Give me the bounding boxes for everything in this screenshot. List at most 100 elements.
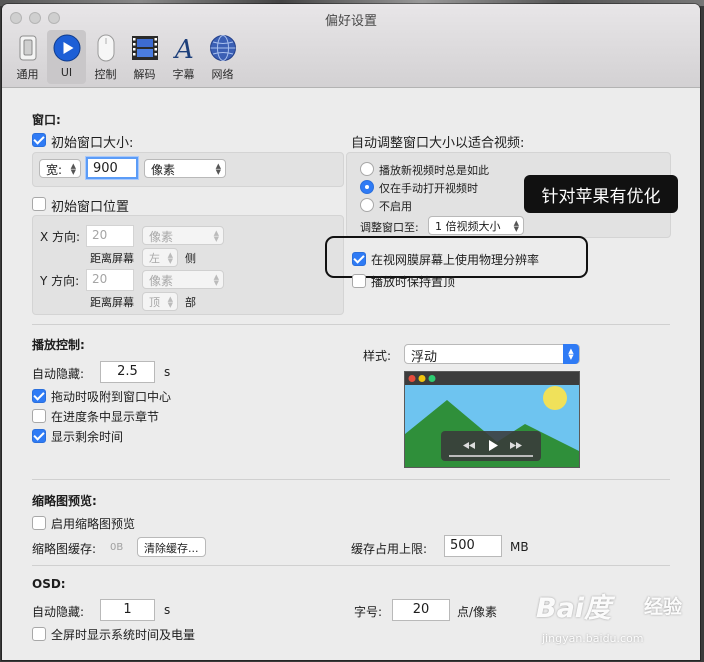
y-side-select[interactable]: 顶 ▲ ▼ — [142, 292, 178, 311]
size-unit-select[interactable]: 像素 ▲ ▼ — [144, 159, 226, 178]
resize-to-select[interactable]: 1 倍视频大小 ▲ ▼ — [428, 216, 524, 235]
y-unit-value: 像素 — [149, 274, 174, 288]
remaining-time-label: 显示剩余时间 — [51, 430, 124, 444]
thumbnail-cache-size: 0B — [110, 542, 124, 553]
tab-decode[interactable]: 解码 — [125, 30, 164, 84]
chevron-updown-icon: ▲ ▼ — [213, 229, 219, 243]
clear-cache-button[interactable]: 清除缓存... — [137, 537, 206, 557]
mouse-icon — [91, 33, 121, 63]
tab-network[interactable]: 网络 — [203, 30, 242, 84]
resize-to-value: 1 倍视频大小 — [435, 220, 501, 233]
osd-autohide-label: 自动隐藏: — [32, 605, 85, 619]
section-divider — [32, 565, 670, 566]
fullscreen-clock-label: 全屏时显示系统时间及电量 — [51, 628, 196, 642]
osd-autohide-input[interactable]: 1 — [100, 599, 155, 621]
annotation-tooltip: 针对苹果有优化 — [524, 175, 678, 213]
snap-to-center-label: 拖动时吸附到窗口中心 — [51, 390, 172, 404]
size-dimension-value: 宽: — [46, 163, 63, 177]
x-side-value: 左 — [149, 252, 160, 265]
playback-autohide-label: 自动隐藏: — [32, 367, 85, 381]
cache-limit-input[interactable]: 500 — [444, 535, 502, 557]
preferences-toolbar: 通用 UI 控制 解码 A 字幕 网络 — [8, 30, 242, 84]
resize-always-radio[interactable] — [360, 162, 374, 176]
resize-never-radio[interactable] — [360, 198, 374, 212]
thumbnail-cache-label: 缩略图缓存: — [32, 542, 97, 556]
tab-label: 解码 — [133, 68, 156, 81]
cache-limit-unit: MB — [510, 540, 529, 554]
resize-never-label: 不启用 — [379, 200, 412, 213]
snap-to-center-checkbox[interactable] — [32, 389, 46, 403]
keep-on-top-checkbox[interactable] — [352, 274, 366, 288]
globe-icon — [208, 33, 238, 63]
auto-resize-heading: 自动调整窗口大小以适合视频: — [351, 136, 525, 151]
thumbnail-enable-label: 启用缩略图预览 — [51, 517, 136, 531]
chevron-updown-icon: ▲ ▼ — [70, 162, 76, 176]
window-section-heading: 窗口: — [32, 113, 61, 127]
watermark-url: jingyan.baidu.com — [542, 632, 644, 645]
osc-style-value: 浮动 — [411, 350, 438, 365]
chevron-updown-icon: ▲ ▼ — [513, 219, 519, 233]
show-chapters-checkbox[interactable] — [32, 409, 46, 423]
chevron-updown-icon: ▲ ▼ — [213, 273, 219, 287]
x-unit-select[interactable]: 像素 ▲ ▼ — [142, 226, 224, 245]
tab-subtitles[interactable]: A 字幕 — [164, 30, 203, 84]
playback-autohide-unit: s — [164, 365, 171, 379]
initial-position-checkbox[interactable] — [32, 197, 46, 211]
initial-size-label: 初始窗口大小: — [51, 136, 134, 151]
preview-illustration — [405, 375, 579, 467]
watermark-logo: Bai度 — [536, 593, 612, 624]
x-unit-value: 像素 — [149, 230, 174, 244]
resize-manual-radio[interactable] — [360, 180, 374, 194]
tab-general[interactable]: 通用 — [8, 30, 47, 84]
watermark-name: 经验 — [644, 596, 683, 618]
thumbnail-enable-checkbox[interactable] — [32, 516, 46, 530]
tab-ui[interactable]: UI — [47, 30, 86, 84]
section-divider — [32, 324, 670, 325]
preferences-pane: 窗口: 初始窗口大小: 宽: ▲ ▼ 900 像素 ▲ ▼ 初始窗口位置 X 方向:… — [2, 89, 700, 660]
x-offset-input[interactable]: 20 — [86, 225, 134, 247]
tab-label: 通用 — [16, 68, 39, 81]
svg-text:A: A — [173, 35, 194, 62]
initial-size-checkbox[interactable] — [32, 133, 46, 147]
y-unit-select[interactable]: 像素 ▲ ▼ — [142, 270, 224, 289]
y-offset-input[interactable]: 20 — [86, 269, 134, 291]
play-icon — [52, 33, 82, 63]
fullscreen-clock-checkbox[interactable] — [32, 627, 46, 641]
osd-heading: OSD: — [32, 577, 66, 591]
watermark: Bai度 经验 jingyan.baidu.com — [528, 586, 700, 660]
y-distance-label: 距离屏幕 — [90, 296, 134, 309]
switch-icon — [13, 33, 43, 63]
thumbnail-heading: 缩略图预览: — [32, 494, 97, 508]
film-icon — [130, 33, 160, 63]
tab-label: 网络 — [211, 68, 234, 81]
x-distance-label: 距离屏幕 — [90, 252, 134, 265]
size-dimension-select[interactable]: 宽: ▲ ▼ — [39, 159, 81, 178]
resize-to-label: 调整窗口至: — [360, 221, 419, 234]
initial-width-input[interactable]: 900 — [86, 157, 138, 179]
size-unit-value: 像素 — [151, 163, 176, 177]
preferences-window: 偏好设置 通用 UI 控制 解码 A 字幕 网络 窗口: 初始窗口大小: 宽: … — [2, 4, 700, 660]
x-side-select[interactable]: 左 ▲ ▼ — [142, 248, 178, 267]
y-side-suffix: 部 — [185, 296, 196, 309]
chevron-updown-icon: ▲ ▼ — [167, 251, 173, 265]
osc-style-select[interactable]: 浮动 ▲ ▼ — [404, 344, 580, 365]
tab-control[interactable]: 控制 — [86, 30, 125, 84]
remaining-time-checkbox[interactable] — [32, 429, 46, 443]
osd-autohide-unit: s — [164, 603, 171, 617]
playback-autohide-input[interactable]: 2.5 — [100, 361, 155, 383]
letter-a-icon: A — [169, 33, 199, 63]
osd-fontsize-label: 字号: — [354, 605, 383, 619]
initial-position-label: 初始窗口位置 — [51, 200, 130, 215]
tab-label: UI — [60, 66, 73, 79]
window-title: 偏好设置 — [324, 14, 377, 29]
osd-fontsize-unit: 点/像素 — [457, 605, 498, 619]
resize-manual-label: 仅在手动打开视频时 — [379, 182, 478, 195]
x-side-suffix: 侧 — [185, 252, 196, 265]
osd-fontsize-input[interactable]: 20 — [392, 599, 450, 621]
chevron-updown-icon: ▲ ▼ — [215, 162, 221, 176]
show-chapters-label: 在进度条中显示章节 — [51, 410, 160, 424]
tab-label: 字幕 — [172, 68, 195, 81]
keep-on-top-label: 播放时保持置顶 — [371, 275, 456, 289]
chevron-updown-icon: ▲ ▼ — [167, 295, 173, 309]
tab-label: 控制 — [94, 68, 117, 81]
